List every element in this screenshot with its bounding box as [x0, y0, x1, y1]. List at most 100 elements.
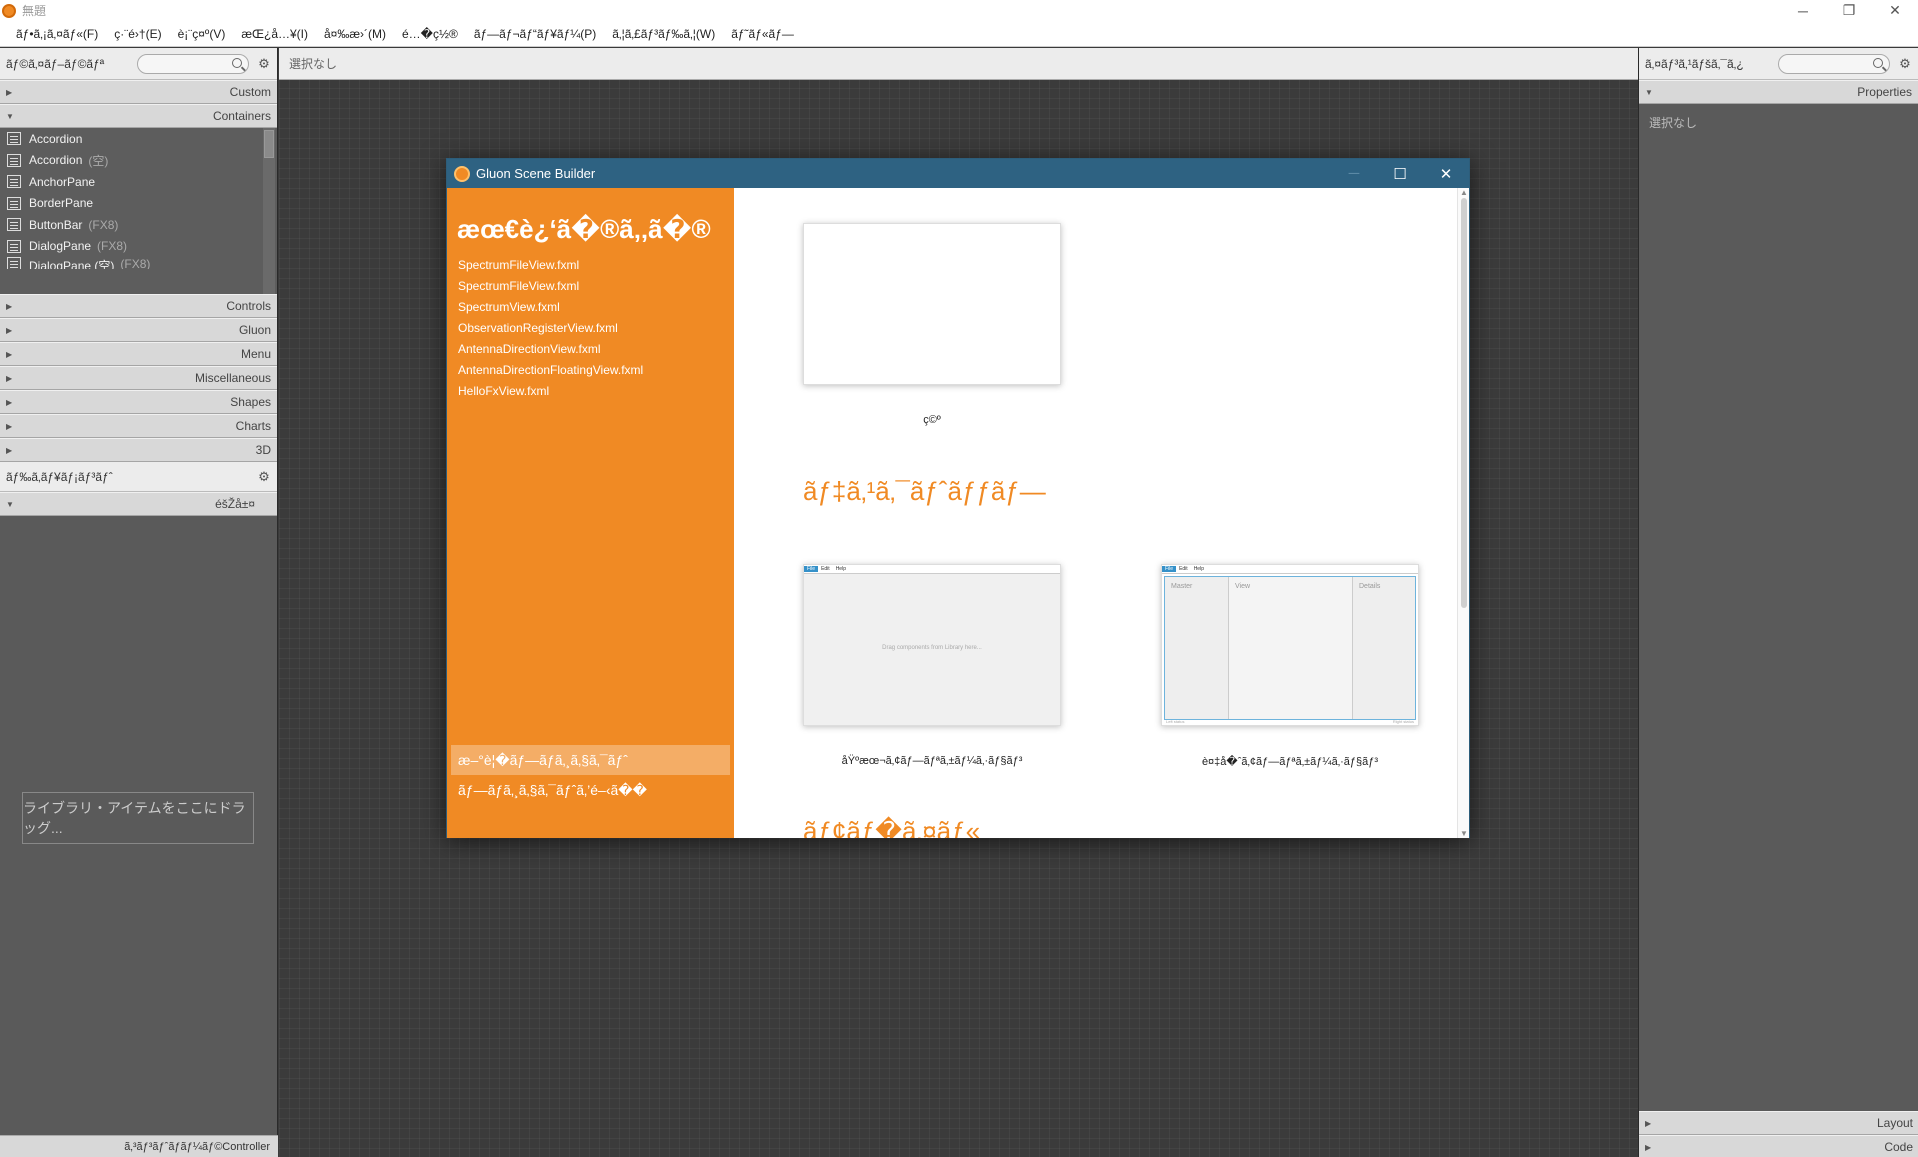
section-menu[interactable]: ▶ Menu: [0, 342, 277, 366]
menu-preview[interactable]: ãƒ—ãƒ¬ãƒ“ãƒ¥ãƒ¼(P): [466, 27, 604, 41]
section-containers[interactable]: ▼ Containers: [0, 104, 277, 128]
section-charts[interactable]: ▶ Charts: [0, 414, 277, 438]
left-panel: ãƒ©ã‚¤ãƒ–ãƒ©ãƒª ⚙ ▶ Custom ▼ Containers …: [0, 48, 278, 1157]
menu-window[interactable]: ã‚¦ã‚£ãƒ³ãƒ‰ã‚¦(W): [604, 27, 723, 41]
recent-file-link[interactable]: SpectrumView.fxml: [458, 297, 734, 318]
complex-app-template-card[interactable]: File Edit Help Master View Details Left …: [1161, 564, 1419, 726]
library-item-suffix: (空): [88, 153, 109, 168]
section-miscellaneous[interactable]: ▶ Miscellaneous: [0, 366, 277, 390]
section-label: Gluon: [238, 323, 271, 337]
recent-file-link[interactable]: AntennaDirectionFloatingView.fxml: [458, 360, 734, 381]
recent-sidebar: æœ€è¿‘ã�®ã‚‚ã�® SpectrumFileView.fxml Sp…: [447, 188, 734, 838]
inspector-empty-text: 選択なし: [1649, 116, 1698, 130]
section-label: Controls: [226, 299, 271, 313]
document-title: ãƒ‰ã‚­ãƒ¥ãƒ¡ãƒ³ãƒˆ: [6, 469, 113, 484]
close-button[interactable]: ✕: [1872, 0, 1918, 21]
section-properties[interactable]: ▼ Properties: [1639, 80, 1918, 104]
recent-file-link[interactable]: AntennaDirectionView.fxml: [458, 339, 734, 360]
collapsed-arrow-icon: ▶: [1645, 1118, 1652, 1128]
menu-help[interactable]: ãƒ˜ãƒ«ãƒ—: [723, 27, 802, 41]
basic-app-template-card[interactable]: File Edit Help Drag components from Libr…: [803, 564, 1061, 726]
button-bar-icon: [7, 218, 21, 232]
inspector-search-input[interactable]: [1778, 53, 1890, 74]
library-item[interactable]: Accordion: [0, 128, 277, 150]
mini-split-pane: Master View Details: [1164, 576, 1416, 720]
recent-file-link[interactable]: SpectrumFileView.fxml: [458, 276, 734, 297]
mini-menu-file: File: [804, 566, 819, 572]
library-item-label: DialogPane: [29, 239, 92, 254]
menu-arrange[interactable]: é…�ç½®: [394, 27, 466, 41]
scrollbar-thumb[interactable]: [264, 130, 274, 158]
mini-status-right: Right status: [1392, 719, 1414, 724]
library-item[interactable]: AnchorPane: [0, 171, 277, 193]
scroll-up-icon[interactable]: ▲: [1458, 188, 1469, 197]
mini-menu-file: File: [1162, 566, 1177, 572]
mobile-section-title: ãƒ¢ãƒ�ã‚¤ãƒ«: [803, 816, 981, 838]
section-layout[interactable]: ▶ Layout: [1639, 1111, 1918, 1135]
section-label: Miscellaneous: [194, 371, 271, 385]
section-gluon[interactable]: ▶ Gluon: [0, 318, 277, 342]
library-item[interactable]: Accordion (空): [0, 150, 277, 172]
section-code[interactable]: ▶ Code: [1639, 1135, 1918, 1157]
empty-template-card[interactable]: [803, 223, 1061, 385]
section-3d[interactable]: ▶ 3D: [0, 438, 277, 462]
section-label: Menu: [240, 347, 271, 361]
minimize-button[interactable]: ─: [1780, 0, 1826, 21]
sidebar-actions: æ–°è¦�ãƒ—ãƒ­ã‚¸ã‚§ã‚¯ãƒˆ ãƒ—ãƒ­ã‚¸ã‚§ã‚¯…: [451, 745, 730, 805]
mini-menubar: File Edit Help: [1162, 565, 1418, 574]
menu-insert[interactable]: æŒ¿å…¥(I): [233, 27, 316, 41]
dialog-maximize-button[interactable]: ☐: [1377, 159, 1423, 188]
mini-menu-help: Help: [1193, 566, 1204, 572]
menu-modify[interactable]: å¤‰æ›´(M): [316, 27, 394, 41]
window-controls: ─ ❐ ✕: [1780, 0, 1918, 21]
library-item-label: AnchorPane: [29, 174, 96, 189]
controller-section[interactable]: ã‚³ãƒ³ãƒˆãƒ­ãƒ¼ãƒ©Controller: [0, 1135, 278, 1157]
menu-edit[interactable]: ç·¨é›†(E): [106, 27, 169, 41]
scrollbar-thumb[interactable]: [1461, 198, 1467, 608]
section-shapes[interactable]: ▶ Shapes: [0, 390, 277, 414]
right-panel: ã‚¤ãƒ³ã‚¹ãƒšã‚¯ã‚¿ ⚙ ▼ Properties 選択なし ▶…: [1638, 48, 1918, 1157]
dialog-scrollbar[interactable]: ▲ ▼: [1457, 188, 1469, 838]
expanded-arrow-icon: ▼: [1645, 87, 1653, 97]
empty-template-caption: ç©º: [923, 414, 941, 426]
dialog-close-button[interactable]: ✕: [1423, 159, 1469, 188]
recent-file-link[interactable]: SpectrumFileView.fxml: [458, 255, 734, 276]
recent-files-list: SpectrumFileView.fxml SpectrumFileView.f…: [447, 245, 734, 402]
recent-file-link[interactable]: ObservationRegisterView.fxml: [458, 318, 734, 339]
library-item[interactable]: DialogPane (FX8): [0, 236, 277, 258]
library-item[interactable]: DialogPane (空) (FX8): [0, 257, 277, 269]
dialog-titlebar: Gluon Scene Builder ─ ☐ ✕: [447, 159, 1469, 188]
search-icon: [232, 57, 242, 68]
collapsed-arrow-icon: ▶: [6, 325, 13, 335]
menu-file[interactable]: ãƒ•ã‚¡ã‚¤ãƒ«(F): [8, 27, 106, 41]
inspector-gear-icon[interactable]: ⚙: [1898, 56, 1912, 71]
mini-menu-help: Help: [835, 566, 846, 572]
container-icon: [7, 153, 21, 167]
section-custom[interactable]: ▶ Custom: [0, 80, 277, 104]
dialog-minimize-button[interactable]: ─: [1331, 159, 1377, 188]
mini-master-pane: Master: [1165, 577, 1229, 719]
library-gear-icon[interactable]: ⚙: [257, 56, 271, 71]
new-project-button[interactable]: æ–°è¦�ãƒ—ãƒ­ã‚¸ã‚§ã‚¯ãƒˆ: [451, 745, 730, 775]
border-pane-icon: [7, 196, 21, 210]
mini-menubar: File Edit Help: [804, 565, 1060, 574]
menu-bar: ãƒ•ã‚¡ã‚¤ãƒ«(F) ç·¨é›†(E) è¡¨ç¤º(V) æŒ¿å…: [0, 21, 1918, 47]
open-project-button[interactable]: ãƒ—ãƒ­ã‚¸ã‚§ã‚¯ãƒˆã‚’é–‹ã��: [451, 775, 730, 805]
expanded-arrow-icon: ▼: [6, 499, 14, 509]
container-icon: [7, 132, 21, 146]
menu-view[interactable]: è¡¨ç¤º(V): [170, 27, 234, 41]
recent-file-link[interactable]: HelloFxView.fxml: [458, 381, 734, 402]
basic-app-caption: åŸºæœ¬ã‚¢ãƒ—ãƒªã‚±ãƒ¼ã‚·ãƒ§ãƒ³: [841, 755, 1023, 767]
scroll-down-icon[interactable]: ▼: [1458, 829, 1469, 838]
section-label: Charts: [235, 419, 271, 433]
library-search-input[interactable]: [137, 53, 249, 74]
restore-button[interactable]: ❐: [1826, 0, 1872, 21]
section-hierarchy[interactable]: ▼ éšŽå±¤: [0, 492, 277, 516]
library-scrollbar[interactable]: [263, 128, 275, 294]
document-gear-icon[interactable]: ⚙: [257, 469, 271, 484]
section-controls[interactable]: ▶ Controls: [0, 294, 277, 318]
library-item[interactable]: ButtonBar (FX8): [0, 214, 277, 236]
mini-view-pane: View: [1229, 577, 1353, 719]
dialog-body: æœ€è¿‘ã�®ã‚‚ã�® SpectrumFileView.fxml Sp…: [447, 188, 1469, 838]
library-item[interactable]: BorderPane: [0, 193, 277, 215]
